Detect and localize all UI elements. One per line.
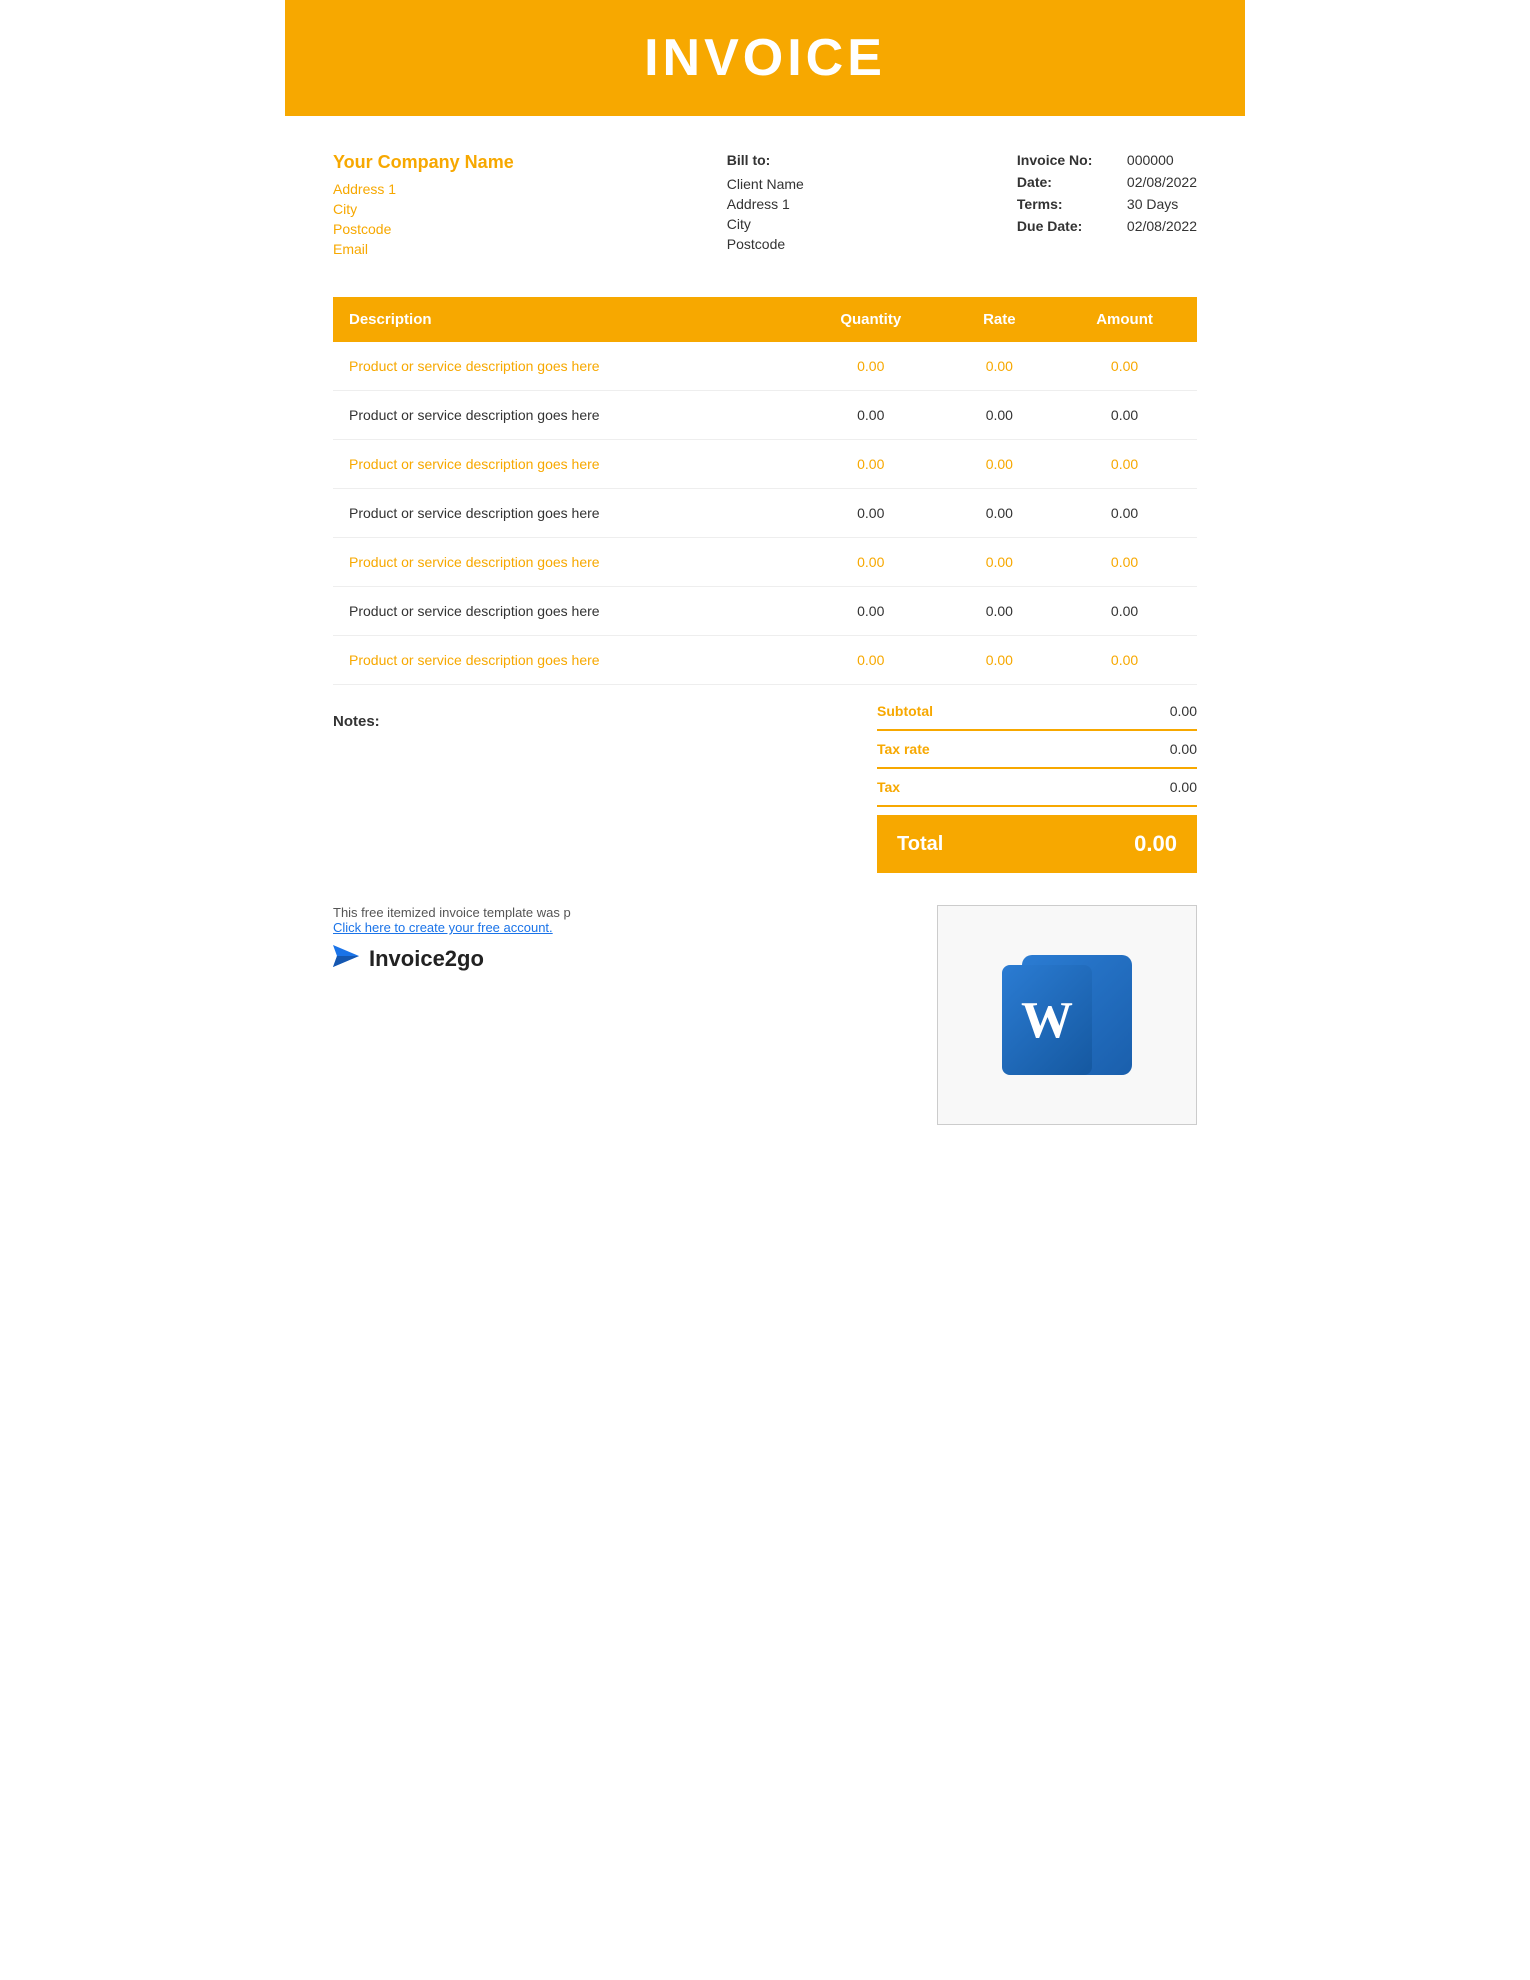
client-name: Client Name <box>727 176 804 192</box>
invoice-header: INVOICE <box>285 0 1245 116</box>
table-row: Product or service description goes here… <box>333 342 1197 391</box>
client-postcode: Postcode <box>727 236 804 252</box>
total-label: Total <box>897 833 943 856</box>
row-quantity: 0.00 <box>795 391 947 440</box>
invoice-no-row: Invoice No: 000000 <box>1017 152 1197 168</box>
terms-row: Terms: 30 Days <box>1017 196 1197 212</box>
table-row: Product or service description goes here… <box>333 587 1197 636</box>
table-row: Product or service description goes here… <box>333 489 1197 538</box>
col-description: Description <box>333 297 795 342</box>
col-quantity: Quantity <box>795 297 947 342</box>
notes-section: Notes: <box>333 693 877 807</box>
tax-row: Tax 0.00 <box>877 769 1197 807</box>
terms-value: 30 Days <box>1127 196 1178 212</box>
terms-label: Terms: <box>1017 196 1127 212</box>
row-description: Product or service description goes here <box>333 489 795 538</box>
subtotal-label: Subtotal <box>877 703 933 719</box>
due-date-label: Due Date: <box>1017 218 1127 234</box>
row-rate: 0.00 <box>947 391 1052 440</box>
col-amount: Amount <box>1052 297 1197 342</box>
row-rate: 0.00 <box>947 538 1052 587</box>
brand-name: Invoice2go <box>369 946 484 972</box>
invoice-no-label: Invoice No: <box>1017 152 1127 168</box>
due-date-row: Due Date: 02/08/2022 <box>1017 218 1197 234</box>
tax-rate-value: 0.00 <box>1170 741 1197 757</box>
tax-label: Tax <box>877 779 900 795</box>
word-letter: W <box>1021 991 1073 1050</box>
table-row: Product or service description goes here… <box>333 440 1197 489</box>
table-row: Product or service description goes here… <box>333 538 1197 587</box>
total-bar-wrapper: Total 0.00 <box>333 815 1197 873</box>
company-info: Your Company Name Address 1 City Postcod… <box>333 152 514 261</box>
row-rate: 0.00 <box>947 440 1052 489</box>
row-amount: 0.00 <box>1052 342 1197 391</box>
client-address1: Address 1 <box>727 196 804 212</box>
invoice-meta: Invoice No: 000000 Date: 02/08/2022 Term… <box>1017 152 1197 261</box>
word-icon-front: W <box>1002 965 1092 1075</box>
row-rate: 0.00 <box>947 587 1052 636</box>
total-bar: Total 0.00 <box>877 815 1197 873</box>
invoice-title: INVOICE <box>285 28 1245 88</box>
row-rate: 0.00 <box>947 489 1052 538</box>
col-rate: Rate <box>947 297 1052 342</box>
row-description: Product or service description goes here <box>333 538 795 587</box>
row-amount: 0.00 <box>1052 538 1197 587</box>
bill-to-section: Bill to: Client Name Address 1 City Post… <box>727 152 804 261</box>
due-date-value: 02/08/2022 <box>1127 218 1197 234</box>
footer-left: This free itemized invoice template was … <box>333 905 897 973</box>
row-quantity: 0.00 <box>795 342 947 391</box>
company-email: Email <box>333 241 514 257</box>
date-label: Date: <box>1017 174 1127 190</box>
totals-section: Subtotal 0.00 Tax rate 0.00 Tax 0.00 <box>877 693 1197 807</box>
table-header-row: Description Quantity Rate Amount <box>333 297 1197 342</box>
company-postcode: Postcode <box>333 221 514 237</box>
client-city: City <box>727 216 804 232</box>
row-rate: 0.00 <box>947 342 1052 391</box>
bill-to-label: Bill to: <box>727 152 804 168</box>
word-icon-box: W <box>937 905 1197 1125</box>
date-value: 02/08/2022 <box>1127 174 1197 190</box>
footer-link[interactable]: Click here to create your free account. <box>333 920 553 935</box>
company-address1: Address 1 <box>333 181 514 197</box>
info-section: Your Company Name Address 1 City Postcod… <box>285 116 1245 285</box>
notes-label: Notes: <box>333 713 380 730</box>
footer-section: This free itemized invoice template was … <box>333 905 1197 1125</box>
subtotal-row: Subtotal 0.00 <box>877 693 1197 731</box>
invoice2go-brand: Invoice2go <box>333 945 897 973</box>
row-amount: 0.00 <box>1052 636 1197 685</box>
plane-icon <box>333 945 359 973</box>
company-name: Your Company Name <box>333 152 514 173</box>
row-amount: 0.00 <box>1052 391 1197 440</box>
row-description: Product or service description goes here <box>333 587 795 636</box>
row-quantity: 0.00 <box>795 440 947 489</box>
row-description: Product or service description goes here <box>333 391 795 440</box>
row-quantity: 0.00 <box>795 489 947 538</box>
row-description: Product or service description goes here <box>333 342 795 391</box>
bottom-section: Notes: Subtotal 0.00 Tax rate 0.00 Tax 0… <box>333 685 1197 807</box>
row-description: Product or service description goes here <box>333 440 795 489</box>
tax-rate-label: Tax rate <box>877 741 930 757</box>
tax-value: 0.00 <box>1170 779 1197 795</box>
tax-rate-row: Tax rate 0.00 <box>877 731 1197 769</box>
row-amount: 0.00 <box>1052 489 1197 538</box>
invoice-table: Description Quantity Rate Amount Product… <box>333 297 1197 685</box>
row-amount: 0.00 <box>1052 440 1197 489</box>
table-row: Product or service description goes here… <box>333 636 1197 685</box>
row-description: Product or service description goes here <box>333 636 795 685</box>
table-row: Product or service description goes here… <box>333 391 1197 440</box>
company-city: City <box>333 201 514 217</box>
total-value: 0.00 <box>1134 831 1177 857</box>
footer-text: This free itemized invoice template was … <box>333 905 571 920</box>
row-quantity: 0.00 <box>795 636 947 685</box>
row-quantity: 0.00 <box>795 587 947 636</box>
subtotal-value: 0.00 <box>1170 703 1197 719</box>
row-amount: 0.00 <box>1052 587 1197 636</box>
row-rate: 0.00 <box>947 636 1052 685</box>
word-icon: W <box>1002 945 1132 1085</box>
invoice-no-value: 000000 <box>1127 152 1174 168</box>
row-quantity: 0.00 <box>795 538 947 587</box>
date-row: Date: 02/08/2022 <box>1017 174 1197 190</box>
